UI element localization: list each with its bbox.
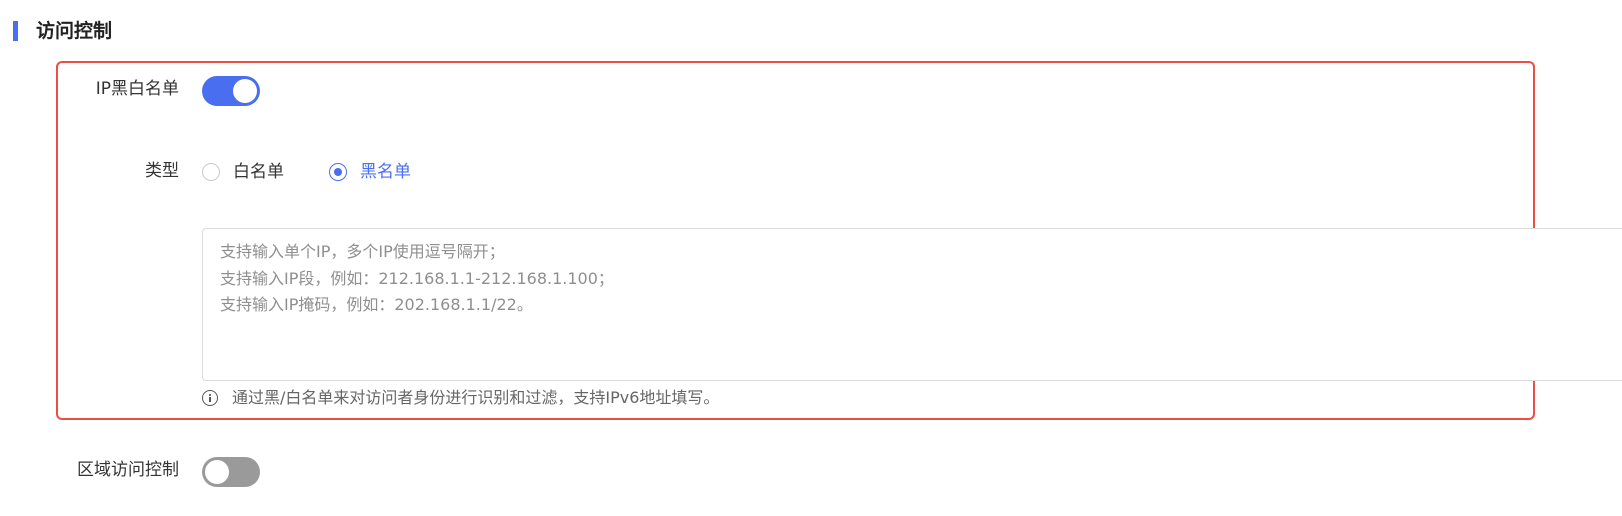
toggle-knob bbox=[205, 460, 229, 484]
radio-circle[interactable] bbox=[329, 163, 347, 181]
radio-blacklist[interactable]: 黑名单 bbox=[329, 161, 411, 183]
section-accent-bar bbox=[13, 21, 18, 41]
radio-blacklist-label: 黑名单 bbox=[360, 162, 411, 182]
section-title: 访问控制 bbox=[36, 20, 113, 42]
type-label: 类型 bbox=[145, 161, 179, 181]
hint-text: 通过黑/白名单来对访问者身份进行识别和过滤，支持IPv6地址填写。 bbox=[232, 388, 720, 407]
hint-row: 通过黑/白名单来对访问者身份进行识别和过滤，支持IPv6地址填写。 bbox=[202, 386, 719, 410]
ip-list-toggle[interactable] bbox=[202, 76, 260, 106]
toggle-knob bbox=[233, 79, 257, 103]
radio-whitelist-label: 白名单 bbox=[233, 162, 284, 182]
radio-circle[interactable] bbox=[202, 163, 220, 181]
info-icon bbox=[202, 390, 218, 406]
ip-list-textarea[interactable] bbox=[202, 228, 1622, 381]
region-control-label: 区域访问控制 bbox=[77, 460, 179, 480]
ip-list-label: IP黑白名单 bbox=[95, 79, 179, 99]
radio-whitelist[interactable]: 白名单 bbox=[202, 161, 284, 183]
region-control-toggle[interactable] bbox=[202, 457, 260, 487]
